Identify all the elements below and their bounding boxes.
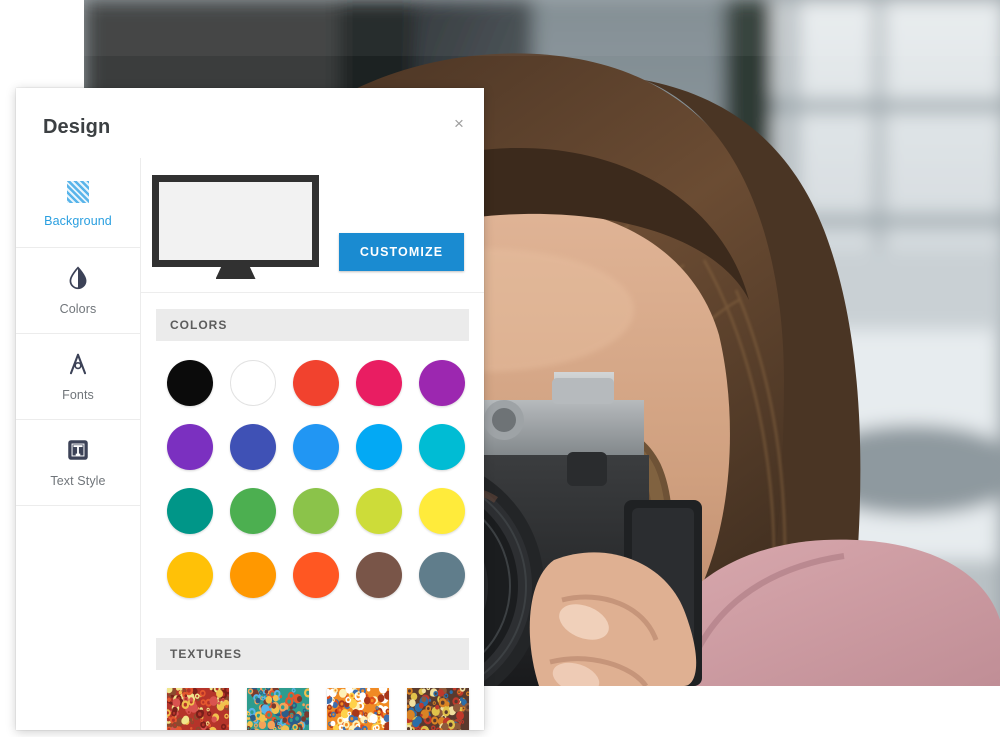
texture-thumb-1[interactable] (247, 688, 309, 730)
color-row (156, 552, 469, 598)
sidebar-item-text-style[interactable]: Text Style (16, 420, 140, 506)
design-panel: Design × Background Colors Fonts Text St… (16, 88, 484, 730)
sidebar-item-label: Colors (59, 302, 97, 316)
color-swatch-brown[interactable] (356, 552, 402, 598)
sidebar-item-label: Text Style (50, 474, 106, 488)
sidebar-item-background[interactable]: Background (16, 162, 140, 248)
texture-grid (141, 670, 484, 730)
panel-header: Design × (16, 88, 484, 158)
color-swatch-green[interactable] (230, 488, 276, 534)
color-swatch-deep-orange[interactable] (293, 552, 339, 598)
color-swatch-blue[interactable] (293, 424, 339, 470)
color-swatch-yellow[interactable] (419, 488, 465, 534)
monitor-screen (152, 175, 319, 267)
color-swatch-light-blue[interactable] (356, 424, 402, 470)
droplet-contrast-icon (65, 265, 91, 291)
texture-thumb-2[interactable] (327, 688, 389, 730)
color-swatch-black[interactable] (167, 360, 213, 406)
close-icon[interactable]: × (448, 113, 470, 135)
text-style-t-icon (65, 437, 91, 463)
color-swatch-purple[interactable] (419, 360, 465, 406)
page-title: Design (43, 116, 111, 138)
color-swatch-grid (141, 341, 484, 622)
screenshot-root: Design × Background Colors Fonts Text St… (0, 0, 1000, 737)
customize-button[interactable]: CUSTOMIZE (339, 233, 464, 271)
colors-section-header: COLORS (156, 309, 469, 341)
monitor-icon (152, 175, 319, 279)
letter-a-icon (65, 351, 91, 377)
color-swatch-pink[interactable] (356, 360, 402, 406)
color-swatch-light-green[interactable] (293, 488, 339, 534)
color-swatch-lime[interactable] (356, 488, 402, 534)
hatch-pattern-icon (67, 181, 89, 203)
texture-thumb-0[interactable] (167, 688, 229, 730)
color-swatch-orange[interactable] (230, 552, 276, 598)
color-swatch-blue-grey[interactable] (419, 552, 465, 598)
color-row (156, 488, 469, 534)
color-swatch-amber[interactable] (167, 552, 213, 598)
color-swatch-cyan[interactable] (419, 424, 465, 470)
color-row (156, 360, 469, 406)
color-swatch-deep-purple[interactable] (167, 424, 213, 470)
background-preview-row: CUSTOMIZE (141, 158, 484, 293)
sidebar-item-colors[interactable]: Colors (16, 248, 140, 334)
texture-thumb-3[interactable] (407, 688, 469, 730)
color-swatch-indigo[interactable] (230, 424, 276, 470)
color-swatch-white[interactable] (230, 360, 276, 406)
panel-content: CUSTOMIZE COLORS TEXTURES (141, 158, 484, 730)
color-row (156, 424, 469, 470)
color-swatch-red[interactable] (293, 360, 339, 406)
textures-section-header: TEXTURES (156, 638, 469, 670)
sidebar-item-label: Background (44, 214, 112, 228)
panel-body: Background Colors Fonts Text Style CUSTO… (16, 158, 484, 730)
monitor-stand (215, 267, 256, 279)
sidebar-item-fonts[interactable]: Fonts (16, 334, 140, 420)
sidebar: Background Colors Fonts Text Style (16, 158, 141, 730)
color-swatch-teal[interactable] (167, 488, 213, 534)
sidebar-item-label: Fonts (62, 388, 94, 402)
